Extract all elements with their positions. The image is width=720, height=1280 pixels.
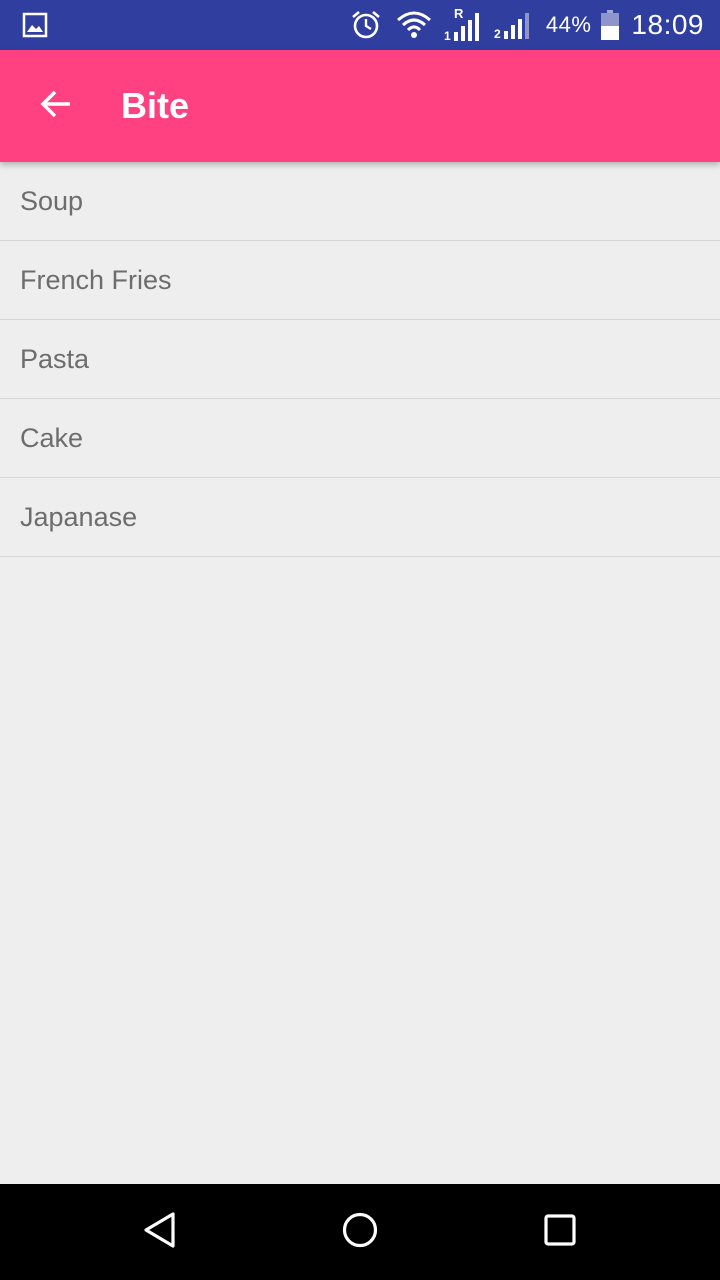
image-icon xyxy=(22,12,48,38)
list-item-label: French Fries xyxy=(20,264,172,295)
nav-home-button[interactable] xyxy=(336,1208,384,1256)
nav-recents-button[interactable] xyxy=(536,1208,584,1256)
wifi-icon xyxy=(396,10,432,40)
list-item-label: Pasta xyxy=(20,343,90,374)
list-item-soup[interactable]: Soup xyxy=(0,162,720,241)
signal-sim1-icon: R 1 xyxy=(444,7,484,43)
list-item-label: Cake xyxy=(20,422,84,453)
list-item-label: Japanase xyxy=(20,501,138,532)
status-icons: R 1 2 44% 18:09 xyxy=(350,0,704,50)
arrow-back-icon xyxy=(38,86,74,127)
list-item-label: Soup xyxy=(20,185,84,216)
clock-time: 18:09 xyxy=(631,9,704,40)
sim1-label: 1 xyxy=(444,29,451,43)
system-nav-bar xyxy=(0,1184,720,1280)
battery-icon xyxy=(601,10,620,40)
page-title: Bite xyxy=(121,85,190,126)
back-button[interactable] xyxy=(28,78,84,134)
list-item-pasta[interactable]: Pasta xyxy=(0,320,720,399)
status-bar: R 1 2 44% 18:09 xyxy=(0,0,720,50)
list-item-french-fries[interactable]: French Fries xyxy=(0,241,720,320)
list-item-cake[interactable]: Cake xyxy=(0,399,720,478)
signal-sim2-icon: 2 xyxy=(494,10,534,40)
sim2-label: 2 xyxy=(494,27,501,40)
nav-home-icon xyxy=(340,1210,380,1255)
nav-back-icon xyxy=(140,1210,180,1255)
app-bar: Bite xyxy=(0,50,720,162)
nav-back-button[interactable] xyxy=(136,1208,184,1256)
battery-percent: 44% xyxy=(545,12,592,37)
nav-recents-icon xyxy=(540,1210,580,1255)
alarm-icon xyxy=(350,9,382,41)
food-list: Soup French Fries Pasta Cake Japanase xyxy=(0,162,720,557)
roaming-label: R xyxy=(454,7,464,21)
list-item-japanase[interactable]: Japanase xyxy=(0,478,720,557)
